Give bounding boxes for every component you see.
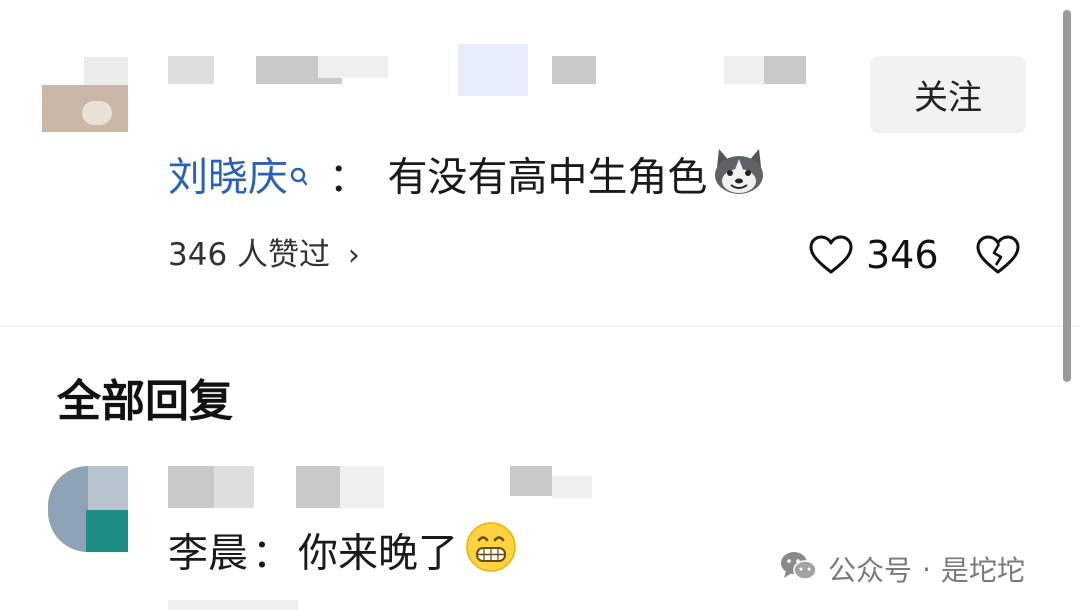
heart-outline-icon: [809, 235, 853, 274]
reply-body: 你来晚了: [298, 530, 458, 577]
comment-separator: ：: [328, 154, 369, 201]
scrollbar[interactable]: [1063, 10, 1071, 382]
mention-search-icon: [290, 153, 308, 213]
comment-avatar[interactable]: [42, 57, 128, 132]
comment-text-row: 刘晓庆 ： 有没有高中生角色: [168, 145, 767, 214]
reply-author-name[interactable]: 李晨: [168, 531, 248, 577]
broken-heart-icon: [976, 235, 1020, 274]
watermark-name: 是坨坨: [940, 554, 1025, 587]
mention-user-link[interactable]: 刘晓庆: [168, 155, 288, 201]
watermark: 公众号 · 是坨坨: [780, 547, 1025, 591]
reply-censored-username: [168, 466, 608, 508]
husky-emoji-icon: [711, 145, 767, 214]
reply-text-row: 李晨：你来晚了: [168, 520, 518, 591]
censored-username: [168, 44, 818, 96]
like-button[interactable]: [808, 234, 854, 276]
reply-separator: ：: [252, 530, 292, 577]
next-row-censored: [168, 600, 298, 610]
all-replies-heading: 全部回复: [57, 376, 233, 427]
reply-avatar[interactable]: [48, 466, 128, 552]
watermark-dot: ·: [922, 552, 931, 586]
liked-by-link[interactable]: 346 人赞过 ›: [168, 232, 360, 279]
dislike-button[interactable]: [975, 234, 1021, 276]
liked-by-label: 346 人赞过: [168, 237, 331, 273]
chevron-right-icon: ›: [347, 238, 360, 273]
comment-body: 有没有高中生角色: [387, 154, 708, 201]
watermark-prefix: 公众号: [828, 554, 913, 587]
grinning-emoji-icon: [464, 520, 518, 591]
like-count: 346: [866, 233, 939, 277]
wechat-icon: [780, 550, 818, 589]
follow-button[interactable]: 关注: [870, 56, 1026, 133]
section-divider: [0, 325, 1080, 327]
